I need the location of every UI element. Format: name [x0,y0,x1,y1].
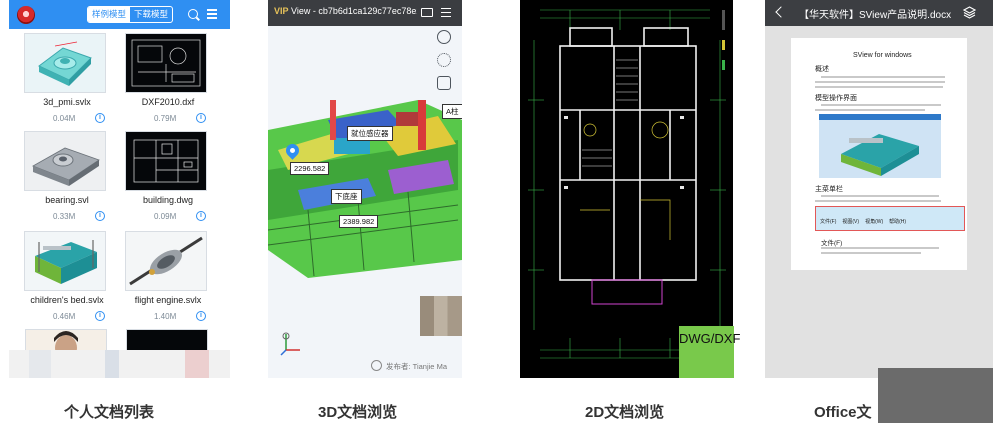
layers-icon[interactable] [963,6,976,19]
file-thumbnail[interactable] [24,33,106,93]
file-name: 3d_pmi.svlx [43,97,91,107]
annotation-callout[interactable]: 就位感应器 [347,126,393,141]
annotation-callout[interactable]: 下底座 [331,189,362,204]
file-item[interactable]: DXF2010.dxf 0.79M i [116,29,207,127]
file-item[interactable]: bearing.svl 0.33M i [15,127,106,225]
file-item[interactable]: 3d_pmi.svlx 0.04M i [15,29,106,127]
file-size: 0.79M [154,114,177,123]
info-icon[interactable]: i [95,311,105,321]
doc-screenshot-image [819,114,941,178]
office-viewer-screen: 【华天软件】SView产品说明.docx SView for windows 概… [765,0,993,378]
axis-triad-icon [280,332,300,356]
folder-icon[interactable] [421,8,433,17]
vip-badge: VIP [274,6,289,16]
doc-heading: SView for windows [853,52,912,59]
info-icon[interactable]: i [196,211,206,221]
document-page[interactable]: SView for windows 概述 模型操作界面 主菜单栏 文件(F) 视… [791,38,967,270]
annotation-callout[interactable]: A柱 [442,104,462,119]
file-list-screen: 样例模型 下载模型 3d_pmi.svlx 0.04M i DXF2010.dx… [9,0,230,378]
viewer-header: VIP View - cb7b6d1ca129c77ec78e2 [268,0,462,26]
back-arrow-icon[interactable] [775,6,787,18]
document-title: 【华天软件】SView产品说明.docx [799,10,952,21]
info-icon[interactable]: i [196,311,206,321]
doc-menubar-image: 文件(F) 视图(V) 视角(W) 帮助(H) [815,206,965,231]
bottom-tab-bar [9,350,230,378]
file-thumbnail[interactable] [24,231,106,291]
app-header: 样例模型 下载模型 [9,0,230,29]
file-item[interactable]: building.dwg 0.09M i [116,127,207,225]
caption-2d-view: 2D文档浏览 [585,404,665,421]
file-size: 1.40M [154,312,177,321]
share-icon[interactable] [437,53,451,67]
info-icon[interactable]: i [95,211,105,221]
doc-menu-item: 视角(W) [865,219,884,225]
menu-icon[interactable] [207,9,217,19]
measurement-callout[interactable]: 2296.582 [290,162,330,175]
measurement-callout[interactable]: 2389.982 [339,215,379,228]
viewer-3d-screen: VIP View - cb7b6d1ca129c77ec78e2 就位感应器 2… [268,0,462,378]
format-badge: DWG/DXF [679,326,740,378]
file-thumbnail[interactable] [24,131,106,191]
file-size: 0.46M [53,312,76,321]
doc-menu-item: 文件(F) [820,219,837,225]
doc-menu-item: 帮助(H) [889,219,907,225]
menu-icon[interactable] [441,8,451,19]
info-icon[interactable]: i [196,113,206,123]
doc-section-title: 概述 [815,66,829,73]
caption-file-list: 个人文档列表 [64,404,155,421]
model-viewport[interactable] [268,60,462,290]
file-name: flight engine.svlx [134,295,202,305]
file-name: children's bed.svlx [30,295,104,305]
doc-section-title: 文件(F) [821,240,843,247]
file-name: building.dwg [142,195,194,205]
tab-downloaded-models[interactable]: 下载模型 [130,7,172,22]
file-name: bearing.svl [45,195,89,205]
tab-sample-models[interactable]: 样例模型 [88,7,131,22]
file-size: 0.04M [53,114,76,123]
doc-menu-item: 视图(V) [842,219,860,225]
caption-3d-view: 3D文档浏览 [318,404,398,421]
search-icon[interactable] [188,9,198,19]
copy-view-icon[interactable] [437,76,451,90]
info-icon[interactable]: i [95,113,105,123]
model-source-tabs: 样例模型 下载模型 [87,6,174,23]
blurred-overlay [420,296,462,336]
doc-section-title: 模型操作界面 [815,95,857,102]
cad-drawing[interactable] [520,0,733,378]
file-size: 0.33M [53,212,76,221]
viewer-toolbar [437,30,453,99]
viewer-2d-screen [520,0,733,378]
doc-section-title: 主菜单栏 [815,186,843,193]
office-header: 【华天软件】SView产品说明.docx [765,0,993,26]
file-thumbnail[interactable] [125,33,207,93]
caption-office-view: Office文 [814,404,872,421]
model-title: View - cb7b6d1ca129c77ec78e2 [291,6,417,16]
file-item[interactable]: flight engine.svlx 1.40M i [116,227,207,325]
blurred-overlay [878,368,993,423]
app-logo [17,6,35,24]
file-thumbnail[interactable] [125,131,207,191]
file-size: 0.09M [154,212,177,221]
file-item[interactable]: children's bed.svlx 0.46M i [15,227,106,325]
file-thumbnail[interactable] [125,231,207,291]
publisher-label: 发布者: Tianjie Ma [386,362,447,371]
screenshot-collage: 样例模型 下载模型 3d_pmi.svlx 0.04M i DXF2010.dx… [0,0,997,423]
file-name: DXF2010.dxf [141,97,195,107]
publisher-icon [371,360,382,371]
rotate-icon[interactable] [437,30,451,44]
